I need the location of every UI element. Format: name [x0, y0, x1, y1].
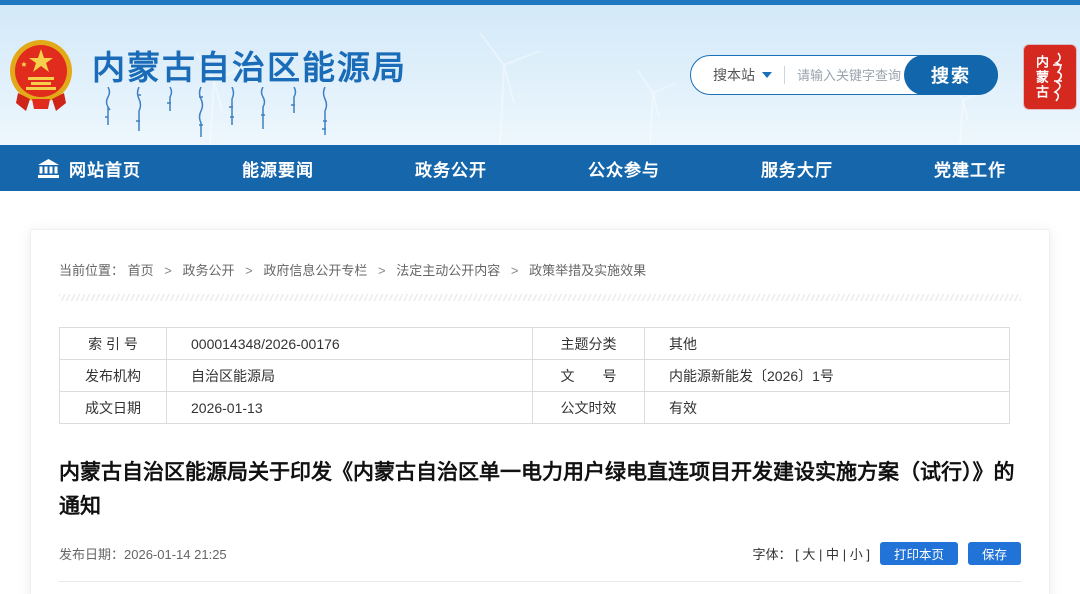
nav-item-gov-affairs[interactable]: 政务公开	[415, 156, 487, 181]
seal-text: 内蒙古	[1034, 54, 1049, 100]
breadcrumb-link-info-disclosure[interactable]: 政府信息公开专栏	[263, 263, 367, 278]
nav-item-public-participation[interactable]: 公众参与	[588, 156, 660, 181]
print-page-button[interactable]: 打印本页	[879, 542, 958, 565]
breadcrumb: 当前位置： 首页 > 政务公开 > 政府信息公开专栏 > 法定主动公开内容 > …	[59, 263, 647, 278]
seal-calligraphy-strokes	[1053, 52, 1063, 102]
font-size-small[interactable]: 小	[850, 547, 863, 562]
index-number-value: 000014348/2026-00176	[166, 327, 533, 360]
nav-item-label: 党建工作	[934, 160, 1006, 180]
main-navigation: 网站首页 能源要闻 政务公开 公众参与 服务大厅 党建工作	[0, 145, 1080, 191]
search-button[interactable]: 搜索	[904, 55, 998, 95]
breadcrumb-prefix: 当前位置：	[59, 263, 125, 278]
doc-number-value: 内能源新能发〔2026〕1号	[644, 359, 1010, 392]
document-title: 内蒙古自治区能源局关于印发《内蒙古自治区单一电力用户绿电直连项目开发建设实施方案…	[59, 461, 1015, 518]
validity-label: 公文时效	[532, 391, 645, 424]
table-row: 发布机构 自治区能源局 文 号 内能源新能发〔2026〕1号	[59, 359, 1010, 392]
written-date-label: 成文日期	[59, 391, 167, 424]
home-building-icon	[38, 158, 59, 178]
nav-item-label: 政务公开	[415, 160, 487, 180]
site-header: 内蒙古自治区能源局 搜本站 搜索 内蒙古	[0, 5, 1080, 145]
content-card: 当前位置： 首页 > 政务公开 > 政府信息公开专栏 > 法定主动公开内容 > …	[30, 229, 1050, 594]
font-size-medium[interactable]: 中	[826, 547, 839, 562]
nav-item-label: 公众参与	[588, 160, 660, 180]
written-date-value: 2026-01-13	[166, 391, 533, 424]
font-size-switcher: 字体： [ 大 | 中 | 小 ]	[752, 547, 870, 562]
nav-item-news[interactable]: 能源要闻	[242, 156, 314, 181]
chevron-down-icon	[762, 72, 772, 78]
nav-item-label: 服务大厅	[761, 160, 833, 180]
article-meta-row: 发布日期：2026-01-14 21:25 字体： [ 大 | 中 | 小 ] …	[59, 542, 1021, 565]
font-size-large[interactable]: 大	[802, 547, 815, 562]
issuing-agency-value: 自治区能源局	[166, 359, 533, 392]
nav-item-party-building[interactable]: 党建工作	[934, 156, 1006, 181]
nav-item-label: 网站首页	[69, 160, 141, 180]
nav-item-service-hall[interactable]: 服务大厅	[761, 156, 833, 181]
save-button[interactable]: 保存	[967, 542, 1021, 565]
red-calligraphy-seal: 内蒙古	[1024, 45, 1076, 109]
nav-item-home[interactable]: 网站首页	[38, 156, 141, 181]
table-row: 成文日期 2026-01-13 公文时效 有效	[59, 391, 1010, 424]
breadcrumb-link-gov-affairs[interactable]: 政务公开	[183, 263, 235, 278]
breadcrumb-link-home[interactable]: 首页	[128, 263, 154, 278]
search-input[interactable]	[797, 67, 904, 83]
table-row: 索 引 号 000014348/2026-00176 主题分类 其他	[59, 327, 1010, 360]
search-divider	[784, 66, 785, 84]
mongolian-script-decoration	[104, 87, 329, 139]
search-bar: 搜本站 搜索	[690, 55, 998, 95]
search-scope-label: 搜本站	[713, 67, 755, 83]
issuing-agency-label: 发布机构	[59, 359, 167, 392]
publish-date: 发布日期：2026-01-14 21:25	[59, 547, 227, 562]
national-emblem-logo	[10, 40, 72, 111]
article-actions: 字体： [ 大 | 中 | 小 ] 打印本页 保存	[752, 542, 1021, 565]
site-title: 内蒙古自治区能源局	[92, 49, 407, 86]
doc-number-label: 文 号	[532, 359, 645, 392]
bottom-divider	[59, 581, 1021, 582]
breadcrumb-link-statutory-disclosure[interactable]: 法定主动公开内容	[396, 263, 500, 278]
breadcrumb-link-policy-measures[interactable]: 政策举措及实施效果	[529, 263, 646, 278]
hatched-divider	[59, 294, 1021, 301]
nav-item-label: 能源要闻	[242, 160, 314, 180]
topic-category-label: 主题分类	[532, 327, 645, 360]
topic-category-value: 其他	[644, 327, 1010, 360]
document-info-table: 索 引 号 000014348/2026-00176 主题分类 其他 发布机构 …	[59, 327, 1010, 424]
index-number-label: 索 引 号	[59, 327, 167, 360]
validity-value: 有效	[644, 391, 1010, 424]
search-scope-dropdown[interactable]: 搜本站	[691, 65, 772, 85]
